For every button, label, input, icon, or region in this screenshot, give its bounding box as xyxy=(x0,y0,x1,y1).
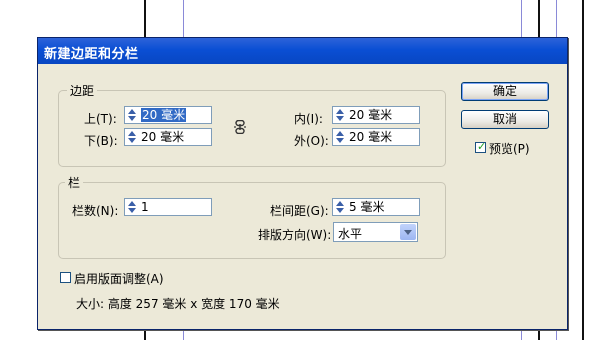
columns-group-label: 栏 xyxy=(65,174,84,191)
dialog-title: 新建边距和分栏 xyxy=(44,47,139,62)
spinner-icon[interactable] xyxy=(126,130,137,144)
column-number-field[interactable]: 1 xyxy=(124,198,212,216)
spinner-icon[interactable] xyxy=(126,108,137,122)
direction-select[interactable]: 水平 xyxy=(333,222,418,242)
document-margin-line xyxy=(582,0,584,340)
top-margin-field[interactable]: 20 毫米 xyxy=(124,106,212,124)
direction-label: 排版方向(W): xyxy=(258,228,332,242)
preview-checkbox[interactable]: ✓ xyxy=(475,140,487,153)
outside-margin-field[interactable]: 20 毫米 xyxy=(332,128,420,146)
layout-adjust-checkbox[interactable] xyxy=(60,272,71,283)
top-margin-value: 20 毫米 xyxy=(141,108,187,122)
spinner-icon[interactable] xyxy=(126,200,137,214)
direction-value: 水平 xyxy=(338,227,363,241)
gutter-value: 5 毫米 xyxy=(349,200,385,214)
size-text: 大小: 高度 257 毫米 x 宽度 170 毫米 xyxy=(76,297,280,311)
outside-margin-label: 外(O): xyxy=(294,134,329,148)
preview-label: 预览(P) xyxy=(489,142,530,156)
spinner-icon[interactable] xyxy=(334,200,345,214)
spinner-icon[interactable] xyxy=(334,130,345,144)
column-number-label: 栏数(N): xyxy=(72,204,119,218)
outside-margin-value: 20 毫米 xyxy=(349,130,393,144)
layout-adjust-label: 启用版面调整(A) xyxy=(74,272,164,286)
bottom-margin-field[interactable]: 20 毫米 xyxy=(124,128,212,146)
top-margin-label: 上(T): xyxy=(84,112,117,126)
margins-group-label: 边距 xyxy=(67,82,98,99)
inside-margin-label: 内(I): xyxy=(294,112,323,126)
new-margins-columns-dialog: 新建边距和分栏 边距 上(T): 20 毫米 下(B): 20 毫米 内(I):… xyxy=(37,37,568,330)
bottom-margin-value: 20 毫米 xyxy=(141,130,185,144)
column-number-value: 1 xyxy=(141,200,149,214)
columns-group: 栏 xyxy=(58,174,446,259)
chain-link-icon[interactable] xyxy=(233,120,247,134)
ok-button[interactable]: 确定 xyxy=(461,82,549,101)
chevron-down-icon[interactable] xyxy=(400,224,416,240)
inside-margin-field[interactable]: 20 毫米 xyxy=(332,106,420,124)
bottom-margin-label: 下(B): xyxy=(84,134,118,148)
inside-margin-value: 20 毫米 xyxy=(349,108,393,122)
gutter-field[interactable]: 5 毫米 xyxy=(332,198,420,216)
checkmark-icon: ✓ xyxy=(477,140,487,153)
spinner-icon[interactable] xyxy=(334,108,345,122)
cancel-button[interactable]: 取消 xyxy=(461,110,549,129)
dialog-titlebar[interactable]: 新建边距和分栏 xyxy=(38,38,567,64)
gutter-label: 栏间距(G): xyxy=(270,204,329,218)
